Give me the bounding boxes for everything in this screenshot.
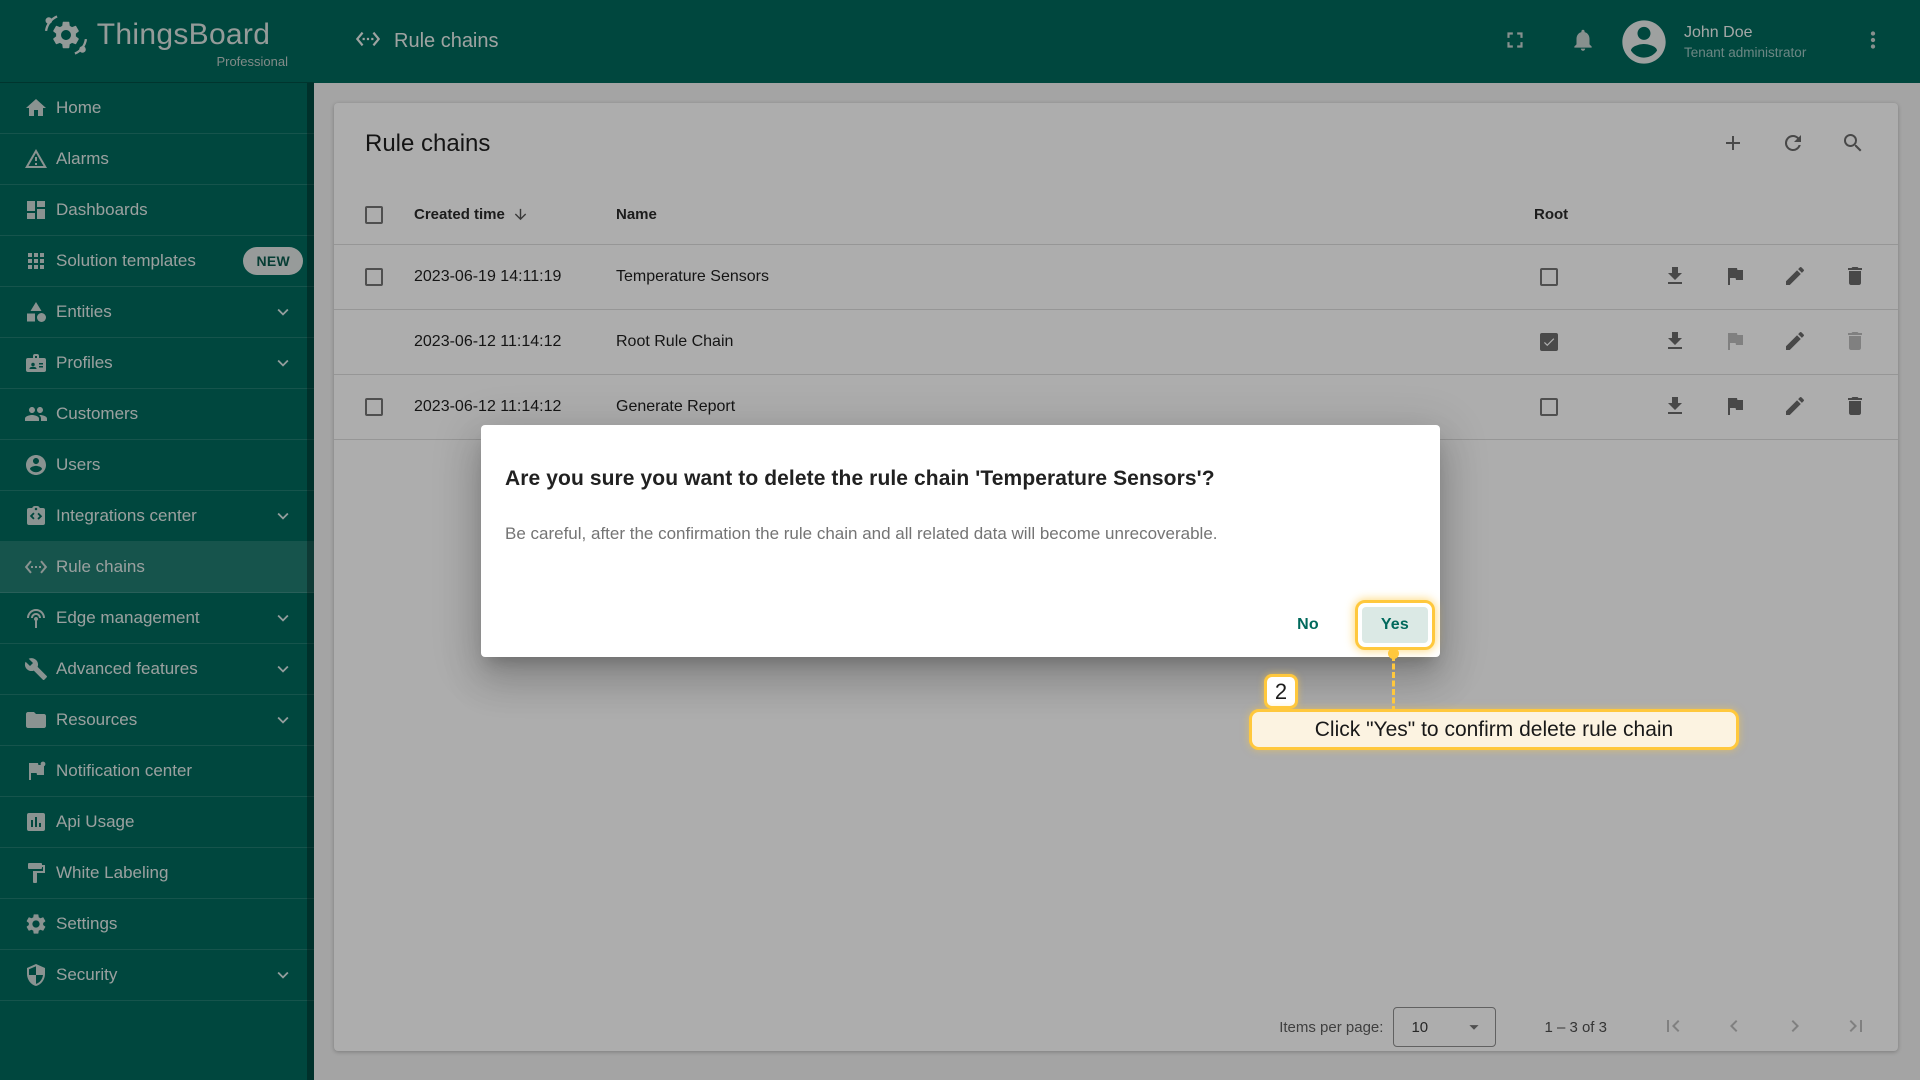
yes-button[interactable]: Yes [1354,600,1435,650]
annotation-connector-line [1392,655,1395,712]
annotation-step-number: 2 [1264,674,1298,709]
no-button[interactable]: No [1278,607,1338,643]
yes-button-label: Yes [1380,616,1409,633]
dialog-message: Be careful, after the confirmation the r… [505,524,1218,543]
annotation-connector-dot [1388,648,1399,659]
delete-confirmation-dialog: Are you sure you want to delete the rule… [481,425,1440,657]
dialog-title: Are you sure you want to delete the rule… [505,467,1215,490]
annotation-tooltip: Click "Yes" to confirm delete rule chain [1249,709,1739,750]
